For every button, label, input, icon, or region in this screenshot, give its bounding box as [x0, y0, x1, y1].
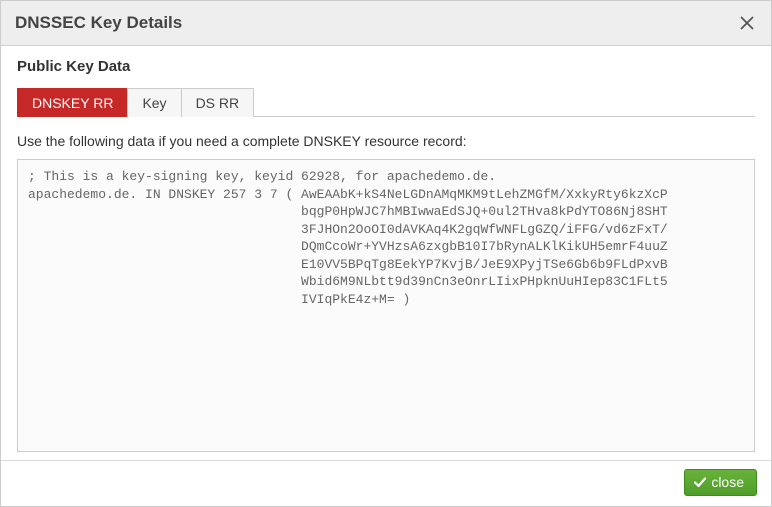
dialog-title: DNSSEC Key Details: [15, 13, 182, 33]
close-button-label: close: [711, 474, 744, 490]
instruction-text: Use the following data if you need a com…: [17, 133, 755, 149]
dnssec-key-details-dialog: DNSSEC Key Details Public Key Data DNSKE…: [0, 0, 772, 507]
key-data-textarea[interactable]: [17, 159, 755, 452]
dialog-body: Public Key Data DNSKEY RR Key DS RR Use …: [1, 46, 771, 460]
check-icon: [693, 475, 707, 489]
close-button[interactable]: close: [684, 469, 757, 496]
section-title: Public Key Data: [17, 58, 755, 75]
tabs-row: DNSKEY RR Key DS RR: [17, 87, 755, 117]
close-icon[interactable]: [733, 9, 761, 37]
dialog-footer: close: [1, 460, 771, 506]
tab-ds-rr[interactable]: DS RR: [181, 88, 255, 117]
dialog-header: DNSSEC Key Details: [1, 1, 771, 46]
tab-dnskey-rr[interactable]: DNSKEY RR: [17, 88, 128, 117]
tab-key[interactable]: Key: [127, 88, 181, 117]
